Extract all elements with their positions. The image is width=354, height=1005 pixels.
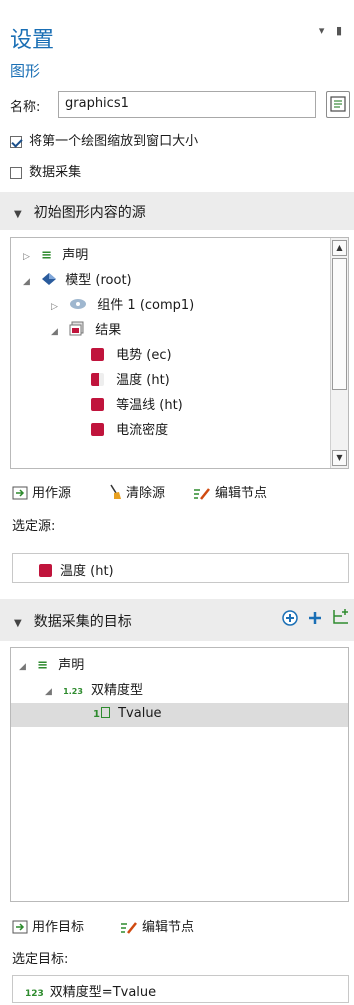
edit-node-icon: [121, 922, 137, 934]
settings-subtitle: 图形: [10, 62, 41, 80]
use-as-target-icon: [12, 920, 28, 934]
target-section-title: 数据采集的目标: [33, 614, 132, 630]
expander-icon[interactable]: ◢: [45, 687, 57, 697]
tree-node-component[interactable]: ▷ 组件 1 (comp1): [51, 294, 194, 313]
variable-icon: 1: [93, 707, 114, 720]
tree-node-results[interactable]: ◢ 结果: [51, 319, 121, 338]
add-target-button[interactable]: [281, 609, 299, 631]
expander-icon[interactable]: ◢: [19, 662, 31, 672]
selected-target-field: 123 双精度型=Tvalue: [12, 975, 349, 1003]
scroll-up-icon[interactable]: ▲: [332, 240, 347, 256]
source-section-title: 初始图形内容的源: [33, 205, 146, 221]
scroll-thumb[interactable]: [332, 258, 347, 390]
plot-group-icon: [91, 398, 104, 411]
tree-node-potential[interactable]: 电势 (ec): [91, 344, 172, 363]
model-root-icon: [42, 273, 57, 285]
plus-icon: [309, 612, 321, 624]
target-tree[interactable]: ◢ ≡ 声明 ◢ 1.23 双精度型 1 Tvalue: [10, 647, 349, 902]
tree-add-icon: [333, 609, 348, 624]
edit-node-icon: [194, 488, 210, 500]
add-circle-icon: [282, 610, 298, 626]
scroll-down-icon[interactable]: ▼: [332, 450, 347, 466]
component-icon: [70, 299, 87, 309]
results-icon: [69, 321, 84, 336]
expander-icon[interactable]: ◢: [23, 277, 35, 287]
add-button[interactable]: [307, 609, 323, 631]
scale-first-plot-option[interactable]: 将第一个绘图缩放到窗口大小: [10, 130, 198, 149]
declarations-icon: ≡: [37, 658, 49, 673]
plot-group-data-icon: [91, 373, 104, 386]
data-collection-option[interactable]: 数据采集: [10, 161, 81, 180]
clear-source-button[interactable]: 清除源: [108, 482, 165, 501]
use-as-target-button[interactable]: 用作目标: [12, 916, 84, 935]
tree-node-double[interactable]: ◢ 1.23 双精度型: [45, 679, 143, 698]
expander-icon[interactable]: ◢: [51, 327, 63, 337]
source-tree-scrollbar[interactable]: ▲ ▼: [330, 238, 348, 468]
use-as-source-button[interactable]: 用作源: [12, 482, 71, 501]
settings-title: 设置: [10, 28, 55, 53]
collapse-icon: ▼: [14, 618, 22, 629]
name-input[interactable]: graphics1: [58, 91, 316, 118]
checkbox-unchecked[interactable]: [10, 166, 22, 179]
source-tree[interactable]: ▷ ≡ 声明 ◢ 模型 (root) ▷ 组件 1 (comp1) ◢ 结果 电…: [10, 237, 349, 469]
tree-node-declarations[interactable]: ▷ ≡ 声明: [23, 244, 88, 263]
notes-icon: [330, 96, 346, 112]
selected-source-value: 温度 (ht): [60, 564, 114, 579]
add-declaration-button[interactable]: [330, 607, 352, 631]
tree-node-current-density[interactable]: 电流密度: [91, 419, 168, 438]
collapse-icon: ▼: [14, 209, 22, 220]
window-controls[interactable]: ▾ ▮: [319, 24, 346, 37]
tree-node-model-root[interactable]: ◢ 模型 (root): [23, 269, 132, 288]
broom-icon: [110, 484, 121, 499]
data-collection-label: 数据采集: [29, 165, 82, 180]
plot-group-icon: [91, 423, 104, 436]
declarations-icon: ≡: [41, 248, 53, 263]
plot-group-icon: [91, 348, 104, 361]
tree-node-isothermal[interactable]: 等温线 (ht): [91, 394, 183, 413]
selected-source-field: 温度 (ht): [12, 553, 349, 583]
target-section-header[interactable]: ▼ 数据采集的目标: [0, 599, 354, 641]
selected-source-label: 选定源:: [12, 519, 56, 534]
source-section-header[interactable]: ▼ 初始图形内容的源: [0, 192, 354, 230]
expander-icon[interactable]: ▷: [23, 252, 35, 262]
label-edit-button[interactable]: [326, 91, 350, 118]
double-type-icon: 123: [25, 989, 44, 999]
use-as-source-icon: [12, 486, 28, 500]
checkbox-checked[interactable]: [10, 135, 22, 148]
name-label: 名称:: [10, 100, 41, 115]
double-type-icon: 1.23: [63, 687, 83, 696]
edit-node-button[interactable]: 编辑节点: [193, 482, 267, 501]
tree-node-declarations[interactable]: ◢ ≡ 声明: [19, 654, 84, 673]
selected-target-label: 选定目标:: [12, 952, 69, 967]
tree-node-temperature[interactable]: 温度 (ht): [91, 369, 170, 388]
expander-icon[interactable]: ▷: [51, 302, 63, 312]
selected-target-value: 双精度型=Tvalue: [49, 985, 157, 1000]
plot-group-icon: [39, 564, 52, 577]
scale-first-plot-label: 将第一个绘图缩放到窗口大小: [29, 134, 199, 149]
tree-node-tvalue[interactable]: 1 Tvalue: [11, 703, 348, 727]
edit-node-button[interactable]: 编辑节点: [120, 916, 194, 935]
